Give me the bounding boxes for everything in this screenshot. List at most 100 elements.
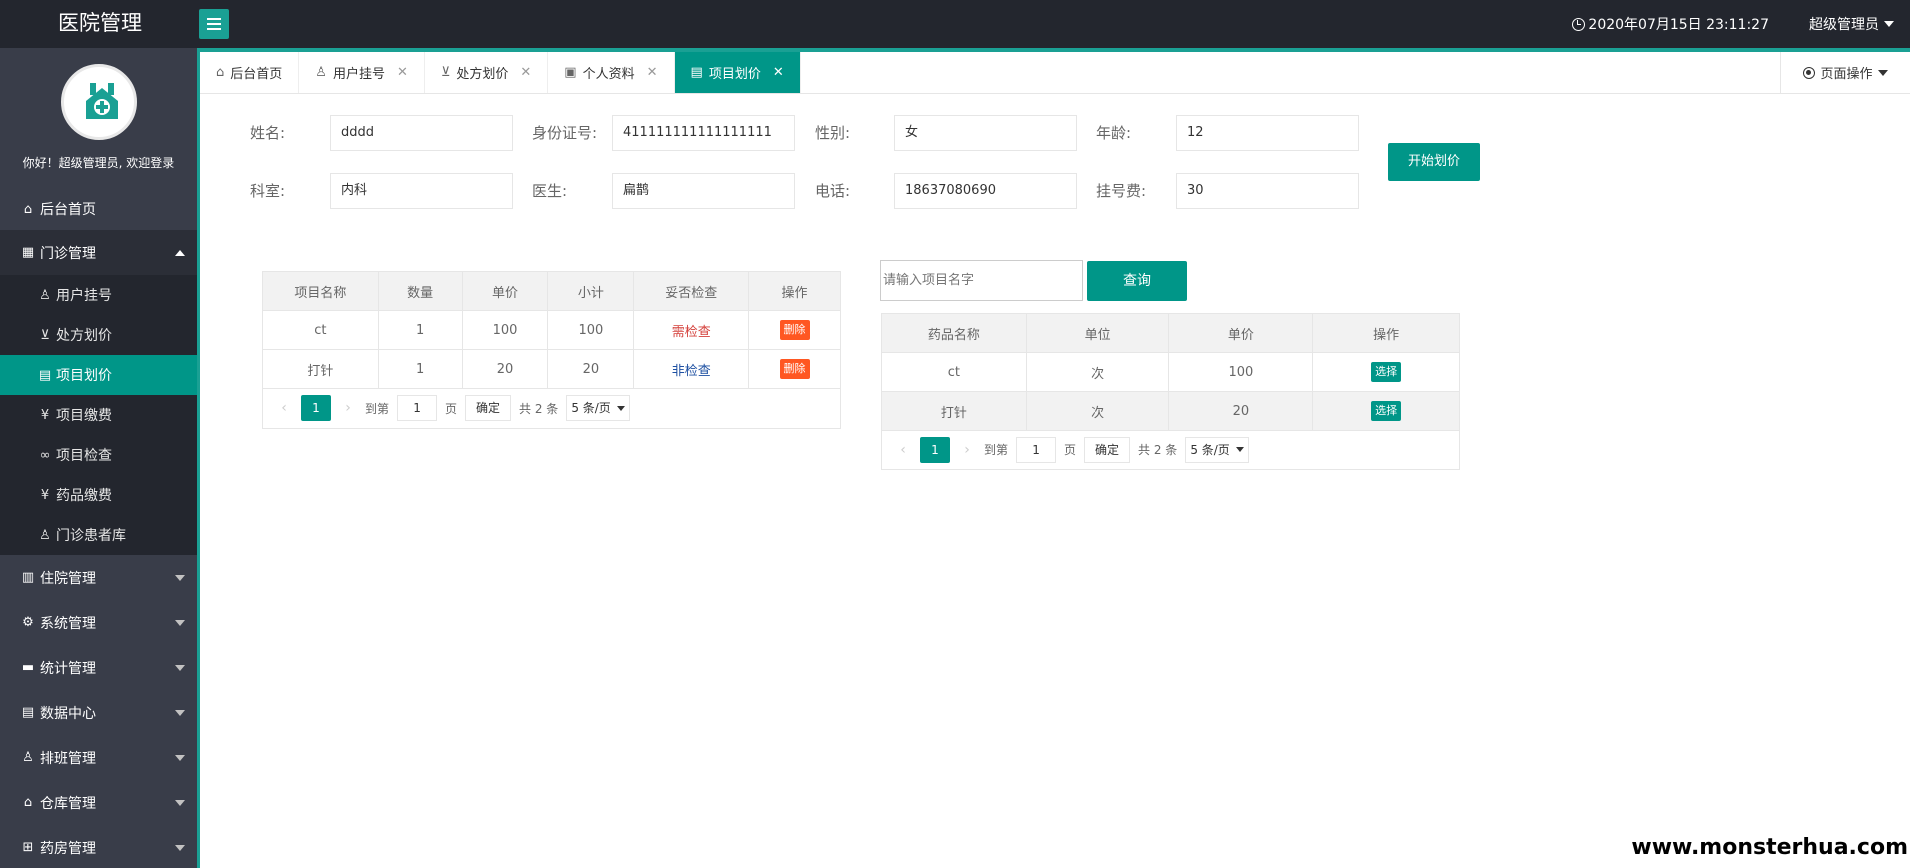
- tab-project-pricing[interactable]: ▤ 项目划价 ✕: [674, 52, 801, 93]
- sidebar-item-drug-payment[interactable]: ¥ 药品缴费: [0, 475, 197, 515]
- sidebar: 你好！超级管理员, 欢迎登录 ⌂ 后台首页 ▦ 门诊管理 ♙ 用户挂号 ⊻ 处方划价…: [0, 48, 200, 868]
- next-page-button[interactable]: ›: [339, 400, 357, 416]
- chevron-down-icon: [1235, 447, 1244, 452]
- warehouse-icon: ⌂: [23, 795, 33, 810]
- col-unit-price: 单价: [461, 271, 549, 311]
- close-icon[interactable]: ✕: [520, 65, 531, 80]
- col-check: 妥否检查: [633, 271, 750, 311]
- caret-down-icon: [175, 620, 185, 626]
- sidebar-item-data-center[interactable]: ▤ 数据中心: [0, 690, 197, 735]
- yen-icon: ¥: [40, 487, 50, 503]
- select-button[interactable]: 选择: [1371, 401, 1402, 421]
- menu-toggle-button[interactable]: [199, 9, 229, 39]
- sidebar-item-system[interactable]: ⚙ 系统管理: [0, 600, 197, 645]
- document-icon: ▤: [38, 367, 52, 383]
- sidebar-item-warehouse[interactable]: ⌂ 仓库管理: [0, 780, 197, 825]
- cart-icon: ⊻: [40, 327, 50, 343]
- id-field[interactable]: 411111111111111111: [612, 115, 795, 151]
- col-unit: 单位: [1025, 313, 1170, 353]
- left-pagination: ‹ 1 › 到第 1 页 确定 共 2 条 5 条/页: [262, 388, 841, 429]
- col-actions: 操作: [748, 271, 841, 311]
- user-menu[interactable]: 超级管理员: [1809, 14, 1894, 34]
- close-icon[interactable]: ✕: [397, 65, 408, 80]
- total-count: 共 2 条: [1138, 443, 1178, 457]
- document-icon: ▤: [690, 65, 703, 80]
- user-panel: 你好！超级管理员, 欢迎登录: [0, 48, 197, 188]
- next-page-button[interactable]: ›: [958, 442, 976, 458]
- tab-bar: ⌂ 后台首页 ♙ 用户挂号 ✕ ⊻ 处方划价 ✕ ▣ 个人资料 ✕ ▤ 项目划价…: [200, 48, 1910, 94]
- select-button[interactable]: 选择: [1371, 362, 1402, 382]
- close-icon[interactable]: ✕: [773, 65, 784, 80]
- sidebar-item-home[interactable]: ⌂ 后台首页: [0, 188, 197, 230]
- outpatient-submenu: ♙ 用户挂号 ⊻ 处方划价 ▤ 项目划价 ¥ 项目缴费 ∞ 项目检查 ¥ 药品缴费 ♙ 门诊患…: [0, 275, 197, 555]
- sidebar-item-pharmacy[interactable]: ⊞ 药房管理: [0, 825, 197, 868]
- sidebar-item-statistics[interactable]: ▬ 统计管理: [0, 645, 197, 690]
- col-actions: 操作: [1312, 313, 1460, 353]
- table-row: 打针 次 20 选择: [881, 391, 1460, 431]
- avatar: [60, 64, 137, 140]
- goto-page-input[interactable]: 1: [1016, 436, 1057, 463]
- sidebar-item-prescription-pricing[interactable]: ⊻ 处方划价: [0, 315, 197, 355]
- goto-confirm-button[interactable]: 确定: [465, 395, 512, 421]
- dept-field[interactable]: 内科: [330, 173, 513, 209]
- prev-page-button[interactable]: ‹: [894, 442, 912, 458]
- doctor-field[interactable]: 扁鹊: [612, 173, 795, 209]
- age-field[interactable]: 12: [1176, 115, 1359, 151]
- home-icon: ⌂: [23, 201, 33, 217]
- col-quantity: 数量: [377, 271, 463, 311]
- tab-prescription-pricing[interactable]: ⊻ 处方划价 ✕: [425, 52, 549, 93]
- building-icon: ▥: [21, 570, 35, 585]
- tab-home[interactable]: ⌂ 后台首页: [200, 52, 300, 93]
- hospital-logo-icon: [85, 83, 118, 119]
- page-size-select[interactable]: 5 条/页: [1185, 436, 1249, 463]
- chevron-down-icon: [616, 405, 625, 411]
- caret-up-icon: [175, 250, 185, 256]
- welcome-text: 你好！超级管理员, 欢迎登录: [22, 156, 175, 170]
- target-icon: [1803, 66, 1816, 79]
- col-drug-name: 药品名称: [881, 313, 1027, 353]
- fee-field[interactable]: 30: [1176, 173, 1359, 209]
- top-header: 医院管理 2020年07月15日 23:11:27 超级管理员: [0, 0, 1910, 48]
- page-size-select[interactable]: 5 条/页: [566, 395, 630, 421]
- goto-page-input[interactable]: 1: [397, 395, 438, 421]
- sidebar-item-project-check[interactable]: ∞ 项目检查: [0, 435, 197, 475]
- sidebar-item-inpatient[interactable]: ▥ 住院管理: [0, 555, 197, 600]
- doctor-label: 医生:: [532, 182, 568, 200]
- dept-label: 科室:: [250, 182, 286, 200]
- sidebar-item-outpatient[interactable]: ▦ 门诊管理: [0, 230, 197, 275]
- delete-button[interactable]: 删除: [779, 320, 810, 340]
- gender-field[interactable]: 女: [894, 115, 1077, 151]
- caret-down-icon: [1877, 69, 1888, 76]
- search-button[interactable]: 查询: [1087, 261, 1187, 301]
- total-count: 共 2 条: [519, 401, 559, 416]
- name-field[interactable]: dddd: [330, 115, 513, 151]
- current-page[interactable]: 1: [301, 395, 331, 421]
- current-page[interactable]: 1: [920, 436, 950, 463]
- sidebar-item-patient-library[interactable]: ♙ 门诊患者库: [0, 515, 197, 555]
- phone-field[interactable]: 18637080690: [894, 173, 1077, 209]
- sidebar-item-project-payment[interactable]: ¥ 项目缴费: [0, 395, 197, 435]
- delete-button[interactable]: 删除: [779, 359, 810, 379]
- sidebar-item-scheduling[interactable]: ♙ 排班管理: [0, 735, 197, 780]
- page-operations-menu[interactable]: 页面操作: [1780, 52, 1910, 93]
- yen-icon: ¥: [40, 407, 50, 423]
- sidebar-item-registration[interactable]: ♙ 用户挂号: [0, 275, 197, 315]
- start-pricing-button[interactable]: 开始划价: [1388, 143, 1480, 181]
- user-name: 超级管理员: [1809, 17, 1879, 33]
- table-row: ct 1 100 100 需检查 删除: [262, 310, 841, 350]
- right-pagination: ‹ 1 › 到第 1 页 确定 共 2 条 5 条/页: [881, 430, 1460, 470]
- available-items-table: 药品名称 单位 单价 操作 ct 次 100 选择 打针 次 20 选择: [881, 313, 1460, 431]
- project-search-input[interactable]: 请输入项目名字: [880, 260, 1083, 301]
- close-icon[interactable]: ✕: [647, 65, 658, 80]
- col-item-name: 项目名称: [262, 271, 379, 311]
- tab-profile[interactable]: ▣ 个人资料 ✕: [548, 52, 675, 93]
- tab-registration[interactable]: ♙ 用户挂号 ✕: [299, 52, 425, 93]
- check-not-required-text: 非检查: [671, 363, 711, 379]
- caret-down-icon: [175, 665, 185, 671]
- pharmacy-icon: ⊞: [22, 840, 34, 855]
- goto-confirm-button[interactable]: 确定: [1084, 436, 1131, 463]
- sidebar-item-project-pricing[interactable]: ▤ 项目划价: [0, 355, 197, 395]
- datetime-text: 2020年07月15日 23:11:27: [1588, 17, 1769, 33]
- caret-down-icon: [175, 800, 185, 806]
- prev-page-button[interactable]: ‹: [275, 400, 293, 416]
